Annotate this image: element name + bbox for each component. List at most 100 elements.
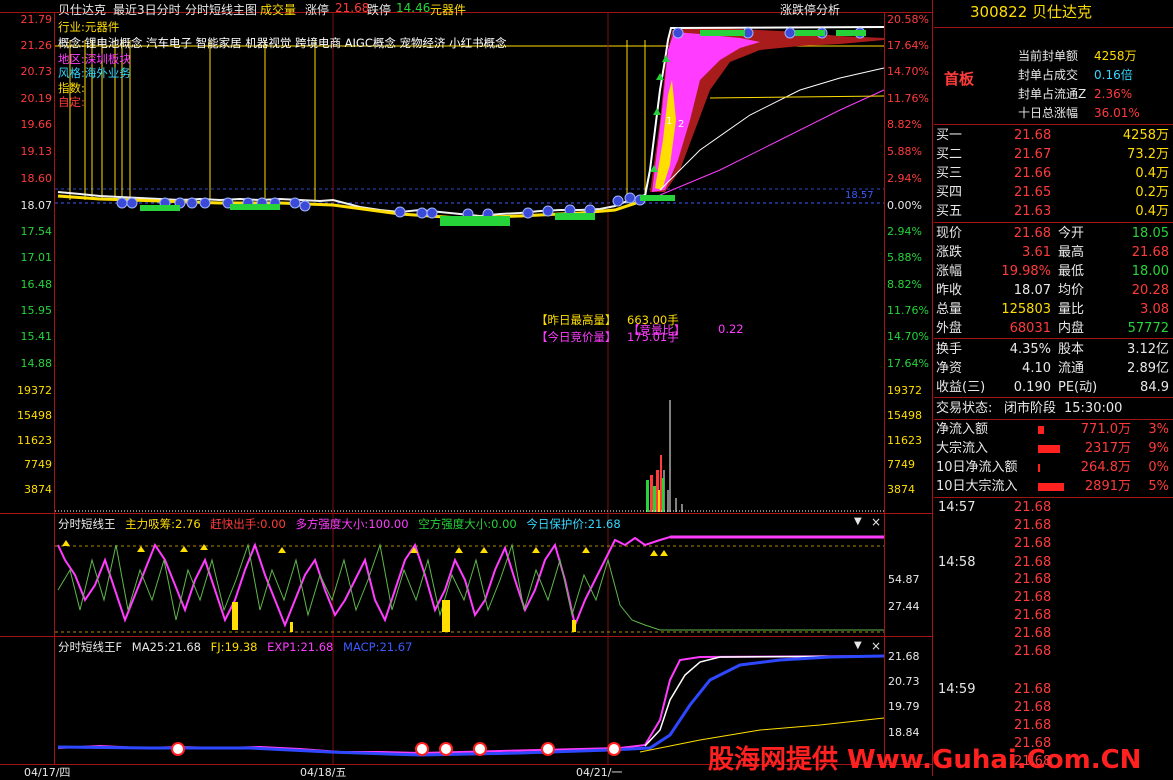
tick-price: 21.68: [1014, 626, 1052, 641]
tick-price: 21.68: [1014, 736, 1052, 751]
tick-row[interactable]: 21.68: [936, 572, 1171, 590]
tick-row[interactable]: 14:58 21.68: [936, 555, 1171, 573]
flow-bar: [1038, 426, 1044, 434]
intraday-chart-area[interactable]: 贝仕达克 最近3日分时 分时短线主图 成交量 涨停 21.68 跌停 14.46…: [0, 0, 1141, 779]
bid-row[interactable]: 买一 21.68 4258万: [934, 126, 1173, 145]
tick-price: 21.68: [1014, 536, 1052, 551]
intraday-chart-svg: [55, 13, 885, 764]
flow-bar: [1038, 483, 1064, 491]
quote-value: 68031: [1009, 321, 1051, 336]
tick-price: 21.68: [1014, 518, 1052, 533]
fund-label: PE(动): [1058, 380, 1098, 395]
quote-row: 昨收 18.07 均价 20.28: [934, 281, 1173, 300]
quote-label: 总量: [936, 302, 963, 317]
tick-row[interactable]: 21.68: [936, 590, 1171, 608]
fund-value: 2.89亿: [1127, 361, 1169, 376]
tick-price: 21.68: [1014, 590, 1052, 605]
avg-price-tag: 18.57: [845, 190, 874, 201]
fund-value: 0.190: [1013, 380, 1051, 395]
seal-value: 2.36%: [1094, 87, 1133, 101]
indicator2-title[interactable]: 分时短线王F MA25:21.68 FJ:19.38 EXP1:21.68 MA…: [58, 639, 412, 655]
seal-label: 当前封单额: [1018, 49, 1079, 63]
indicator1-s5-label: 今日保护价:: [526, 517, 588, 531]
tick-price: 21.68: [1014, 500, 1052, 515]
tick-price: 21.68: [1014, 644, 1052, 659]
fund-label: 股本: [1058, 342, 1085, 357]
bid-price: 21.66: [1014, 166, 1052, 181]
fund-flow-row: 10日大宗流入 2891万 5%: [934, 477, 1173, 496]
flow-value: 771.0万: [1080, 422, 1131, 437]
quote-value: 18.00: [1131, 264, 1169, 279]
indicator2-s2-label: FJ:: [210, 640, 225, 654]
fund-flow-row: 净流入额 771.0万 3%: [934, 420, 1173, 439]
fund-flow-row: 10日净流入额 264.8万 0%: [934, 458, 1173, 477]
tick-time: 14:59: [938, 682, 976, 697]
chart-marker-2: 2: [678, 119, 685, 130]
quote-value: 21.68: [1013, 226, 1051, 241]
tick-row[interactable]: 14:57 21.68: [936, 500, 1171, 518]
quote-label: 现价: [936, 226, 963, 241]
tick-row[interactable]: 21.68: [936, 700, 1171, 718]
quote-label: 外盘: [936, 321, 963, 336]
fundamental-row: 换手 4.35% 股本 3.12亿: [934, 340, 1173, 359]
concepts-text: 概念:锂电池概念 汽车电子 智能家居 机器视觉 跨境电商 AIGC概念 宠物经济…: [58, 36, 507, 50]
tick-row[interactable]: 14:59 21.68: [936, 682, 1171, 700]
fund-label: 流通: [1058, 361, 1085, 376]
tick-price: 21.68: [1014, 682, 1052, 697]
seal-value: 0.16倍: [1094, 68, 1133, 82]
quote-label: 昨收: [936, 283, 963, 298]
tick-row[interactable]: 21.68: [936, 718, 1171, 736]
bid-price: 21.67: [1014, 147, 1052, 162]
indicator2-s2-value: 19.38: [224, 640, 258, 654]
quote-row: 外盘 68031 内盘 57772: [934, 319, 1173, 338]
quote-label: 最低: [1058, 264, 1085, 279]
bid-row[interactable]: 买四 21.65 0.2万: [934, 183, 1173, 202]
quote-label: 涨跌: [936, 245, 963, 260]
bid-volume: 4258万: [1122, 128, 1169, 143]
fund-value: 4.10: [1022, 361, 1051, 376]
tick-row[interactable]: 21.68: [936, 626, 1171, 644]
flow-label: 大宗流入: [936, 441, 989, 456]
indicator1-s4-value: 0.00: [491, 517, 517, 531]
date-label-1: 04/17/四: [24, 766, 71, 779]
seal-label: 封单占流通Z: [1018, 87, 1087, 101]
fundamental-row: 收益(三) 0.190 PE(动) 84.9: [934, 378, 1173, 397]
tick-row[interactable]: 21.68: [936, 536, 1171, 554]
tick-row[interactable]: 21.68: [936, 754, 1171, 772]
bid-price: 21.63: [1014, 204, 1052, 219]
indicator1-close-icon[interactable]: ×: [871, 515, 881, 529]
flow-bar: [1038, 464, 1040, 472]
bid-row[interactable]: 买二 21.67 73.2万: [934, 145, 1173, 164]
quote-row: 总量 125803 量比 3.08: [934, 300, 1173, 319]
indicator2-axis-3: 19.79: [888, 700, 920, 713]
bid-row[interactable]: 买五 21.63 0.4万: [934, 202, 1173, 221]
indicator1-s3-label: 多方强度大小:: [295, 517, 369, 531]
indicator1-s2-label: 赶快出手:: [210, 517, 261, 531]
indicator2-dropdown-icon[interactable]: ▼: [854, 640, 862, 651]
fund-value: 84.9: [1140, 380, 1169, 395]
flow-percent: 3%: [1148, 422, 1169, 437]
quote-row: 涨幅 19.98% 最低 18.00: [934, 262, 1173, 281]
tick-row[interactable]: 21.68: [936, 736, 1171, 754]
bid-volume: 73.2万: [1127, 147, 1169, 162]
status-value: 闭市阶段: [1004, 401, 1057, 416]
indicator2-s1-label: MA25:: [131, 640, 169, 654]
indicator1-dropdown-icon[interactable]: ▼: [854, 516, 862, 527]
quote-row: 现价 21.68 今开 18.05: [934, 224, 1173, 243]
tick-row[interactable]: 21.68: [936, 644, 1171, 662]
tick-row[interactable]: 21.68: [936, 518, 1171, 536]
indicator1-s1-value: 2.76: [175, 517, 201, 531]
flow-value: 2891万: [1084, 479, 1131, 494]
indicator2-close-icon[interactable]: ×: [871, 639, 881, 653]
bid-volume: 0.2万: [1135, 185, 1169, 200]
panel-stock-name: 贝仕达克: [1032, 3, 1093, 21]
fund-flow-row: 大宗流入 2317万 9%: [934, 439, 1173, 458]
flow-value: 2317万: [1084, 441, 1131, 456]
indicator1-name: 分时短线王: [58, 517, 116, 531]
bid-row[interactable]: 买三 21.66 0.4万: [934, 164, 1173, 183]
tick-price: 21.68: [1014, 718, 1052, 733]
indicator2-name: 分时短线王F: [58, 640, 123, 654]
indicator1-title[interactable]: 分时短线王 主力吸筹:2.76 赶快出手:0.00 多方强度大小:100.00 …: [58, 516, 621, 532]
indicator2-axis-2: 20.73: [888, 675, 920, 688]
tick-row[interactable]: 21.68: [936, 608, 1171, 626]
